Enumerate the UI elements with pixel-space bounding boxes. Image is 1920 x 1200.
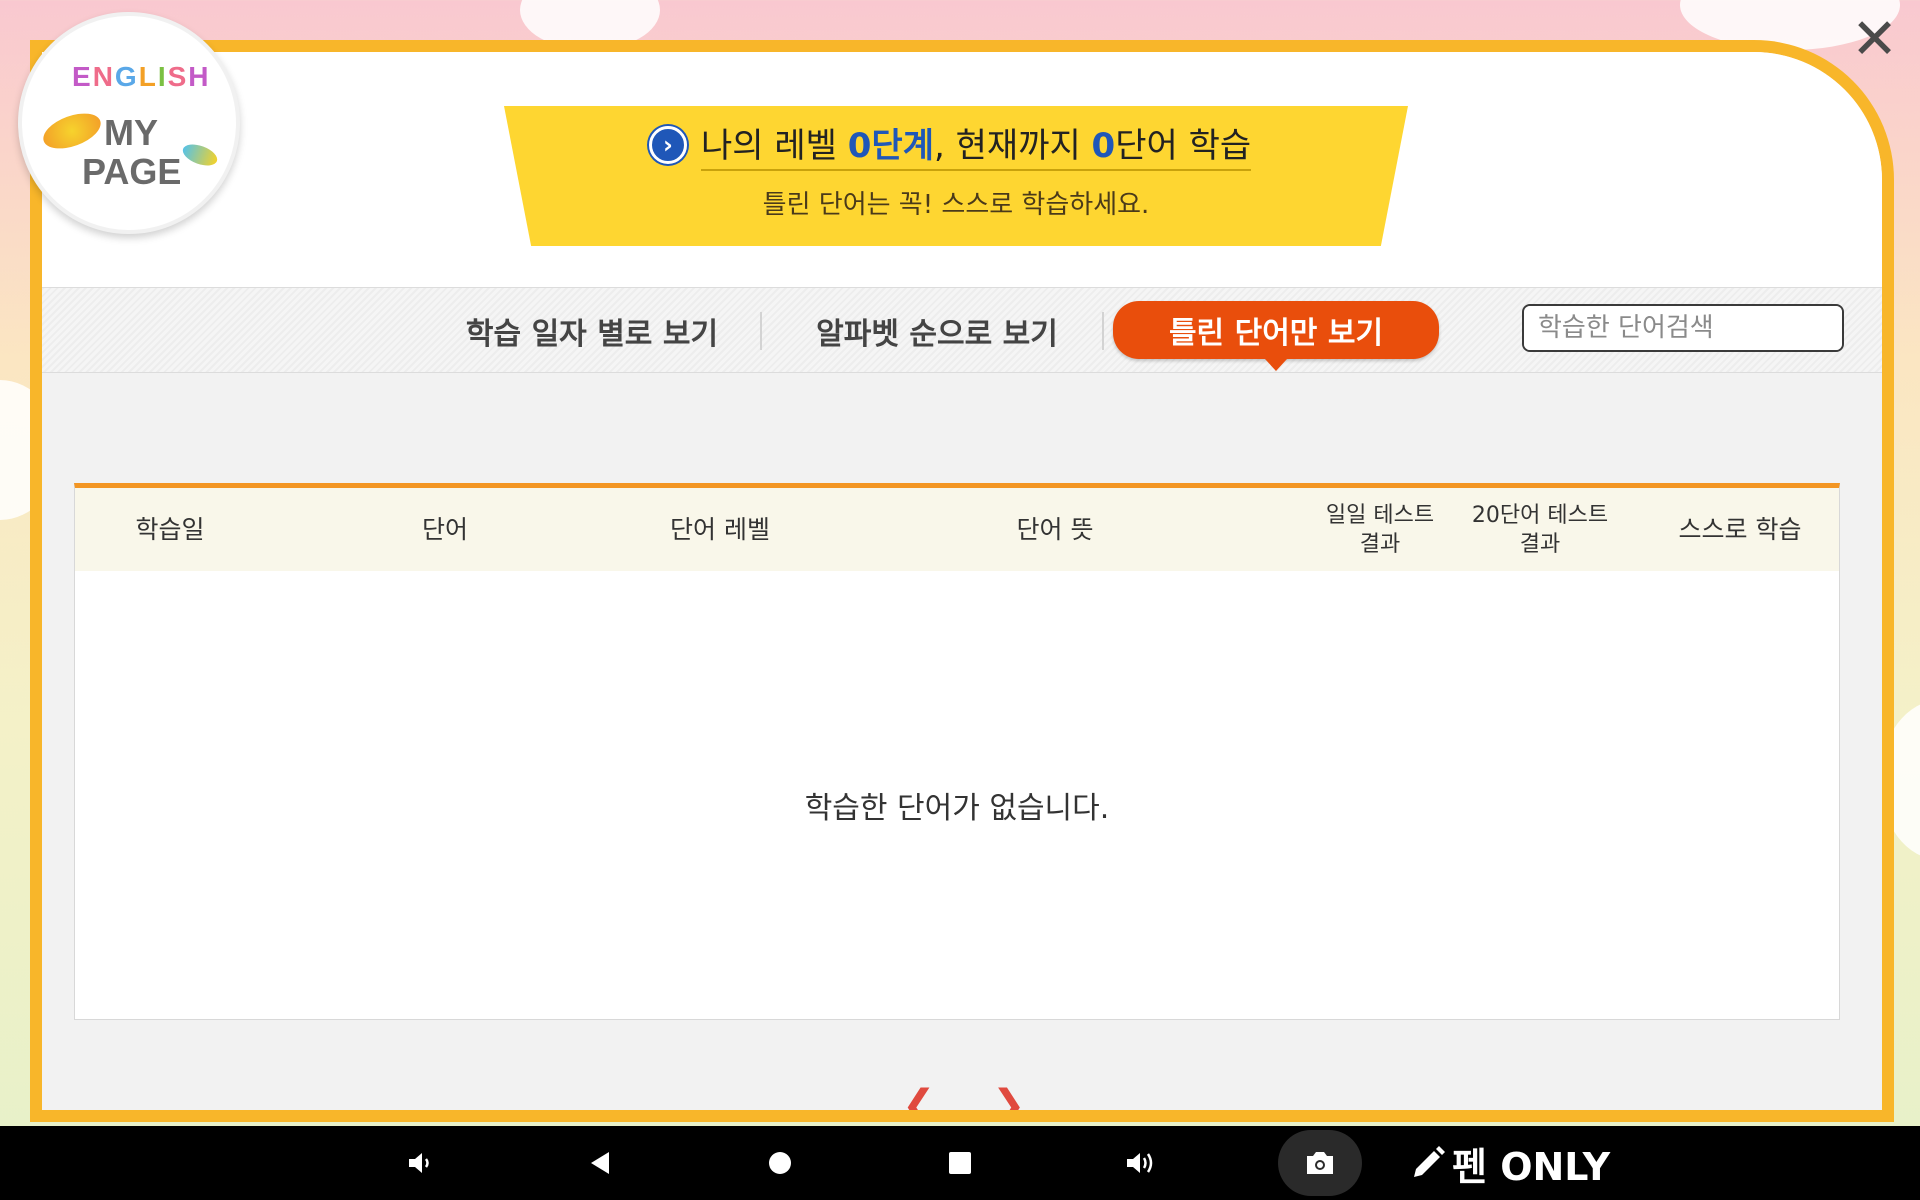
paint-splash-icon <box>180 140 220 170</box>
close-button[interactable]: ✕ <box>1851 12 1898 68</box>
tab-divider <box>1102 312 1104 350</box>
level-banner: › 나의 레벨 0단계, 현재까지 0단어 학습 틀린 단어는 꼭! 스스로 학… <box>504 106 1408 246</box>
previous-page-button[interactable]: ❮ <box>902 1082 936 1110</box>
logo-english-text: ENGLISH <box>72 61 211 92</box>
banner-headline: › 나의 레벨 0단계, 현재까지 0단어 학습 <box>649 118 1252 171</box>
tab-by-study-date[interactable]: 학습 일자 별로 보기 <box>442 306 742 356</box>
level-number: 0 <box>847 126 872 166</box>
camera-icon <box>1300 1126 1340 1200</box>
volume-up-icon[interactable] <box>1120 1126 1160 1200</box>
paint-splash-icon <box>38 106 106 156</box>
tab-divider <box>760 312 762 350</box>
recents-icon[interactable] <box>940 1126 980 1200</box>
system-navigation-bar: 펜 ONLY <box>0 1126 1920 1200</box>
pen-only-toggle[interactable]: 펜 ONLY <box>1452 1126 1610 1200</box>
column-word-level: 단어 레벨 <box>670 514 770 544</box>
column-daily-test-result: 일일 테스트 결과 <box>1325 502 1435 557</box>
banner-mid: , 현재까지 <box>933 126 1092 166</box>
column-word-meaning: 단어 뜻 <box>1016 514 1094 544</box>
my-page-window: › 나의 레벨 0단계, 현재까지 0단어 학습 틀린 단어는 꼭! 스스로 학… <box>30 40 1894 1122</box>
word-table: 학습일 단어 단어 레벨 단어 뜻 일일 테스트 결과 20단어 테스트 결과 스스… <box>74 483 1840 1020</box>
column-word: 단어 <box>421 514 468 544</box>
banner-prefix: 나의 레벨 <box>701 126 848 166</box>
column-20-word-test-result: 20단어 테스트 결과 <box>1471 502 1609 557</box>
word-search-input[interactable] <box>1524 306 1842 350</box>
empty-table-message: 학습한 단어가 없습니다. <box>804 791 1110 826</box>
banner-suffix: 단어 학습 <box>1115 126 1252 166</box>
logo-page-text: PAGE <box>82 151 182 192</box>
back-icon[interactable] <box>580 1126 620 1200</box>
word-search-box <box>1522 304 1844 352</box>
volume-down-icon[interactable] <box>400 1126 440 1200</box>
home-icon[interactable] <box>760 1126 800 1200</box>
banner-subtitle: 틀린 단어는 꼭! 스스로 학습하세요. <box>762 190 1150 220</box>
pen-icon <box>1408 1126 1448 1200</box>
chevron-right-icon: › <box>649 125 687 164</box>
logo-my-text: MY <box>104 112 158 153</box>
column-self-study: 스스로 학습 <box>1678 514 1802 544</box>
table-header: 학습일 단어 단어 레벨 단어 뜻 일일 테스트 결과 20단어 테스트 결과 스스… <box>75 488 1839 571</box>
next-page-button[interactable]: ❯ <box>992 1082 1026 1110</box>
tab-by-alphabet[interactable]: 알파벳 순으로 보기 <box>782 306 1092 356</box>
column-study-date: 학습일 <box>135 514 205 544</box>
banner-title: 나의 레벨 0단계, 현재까지 0단어 학습 <box>701 118 1252 171</box>
word-count: 0 <box>1091 126 1116 166</box>
tab-wrong-words-only[interactable]: 틀린 단어만 보기 <box>1113 301 1439 371</box>
window-content: › 나의 레벨 0단계, 현재까지 0단어 학습 틀린 단어는 꼭! 스스로 학… <box>42 52 1882 1110</box>
level-unit: 단계 <box>871 126 934 166</box>
english-my-page-logo: ENGLISH MY PAGE <box>18 12 240 234</box>
view-tab-bar: 학습 일자 별로 보기 알파벳 순으로 보기 틀린 단어만 보기 <box>42 287 1882 373</box>
